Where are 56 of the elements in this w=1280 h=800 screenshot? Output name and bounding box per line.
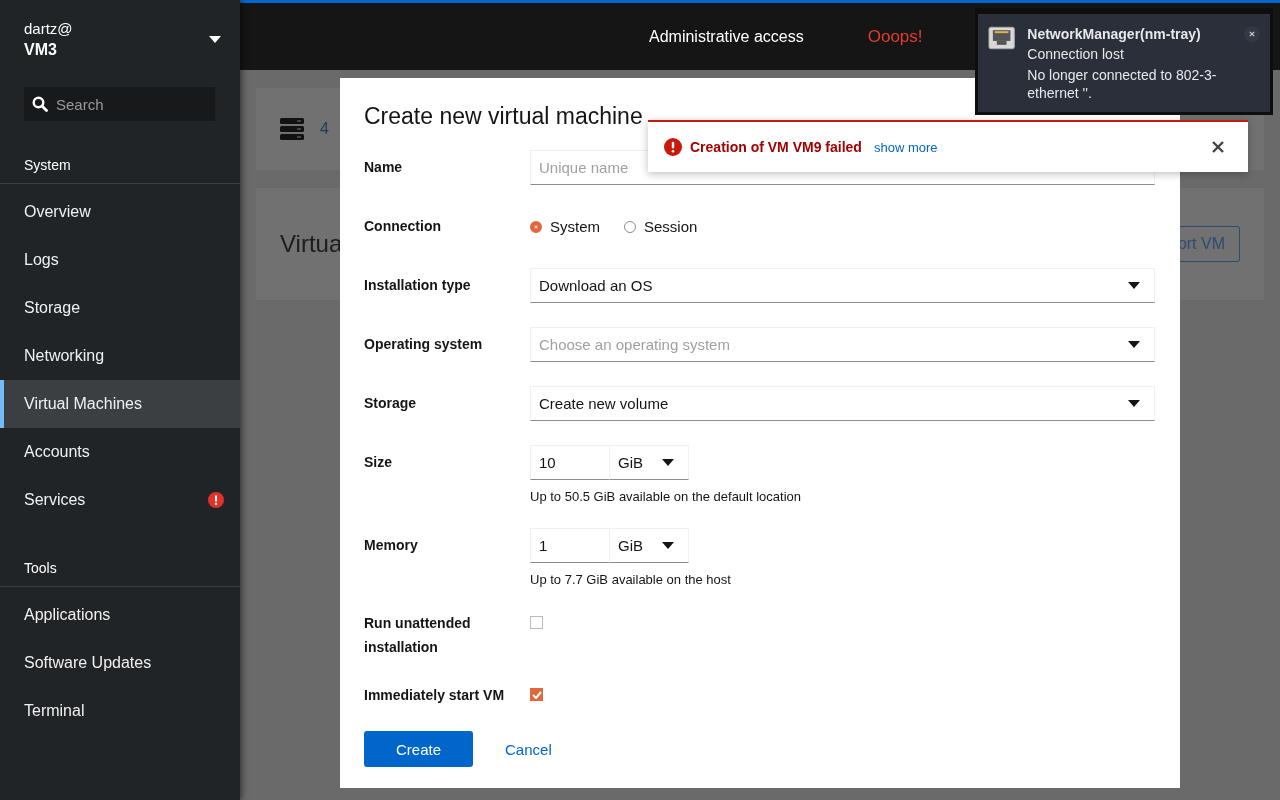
field-label: Size	[364, 453, 393, 472]
oops-link[interactable]: Ooops!	[867, 26, 923, 47]
notification-title: NetworkManager(nm-tray)	[1027, 26, 1202, 42]
close-icon[interactable]	[1244, 26, 1260, 42]
unit-dropdown[interactable]: GiB	[610, 445, 689, 480]
checkbox[interactable]	[530, 616, 543, 629]
host-name[interactable]: VM3	[24, 40, 73, 59]
error-icon	[664, 138, 682, 156]
nav-item[interactable]: Virtual Machines	[0, 380, 240, 428]
caret-icon	[662, 542, 674, 549]
radio-label: Session	[644, 218, 698, 235]
notification-body: No longer connected to 802-3-ethernet ''.	[1027, 66, 1218, 102]
user-name: dartz@	[24, 19, 73, 37]
unit-dropdown[interactable]: GiB	[610, 528, 689, 563]
field-label: Connection	[364, 217, 442, 236]
caret-icon[interactable]	[209, 35, 221, 43]
administrative-access-button[interactable]: Administrative access	[649, 27, 804, 46]
field-label: Operating system	[364, 335, 484, 354]
nav-item[interactable]: Services	[0, 476, 240, 524]
nav-item[interactable]: Software Updates	[0, 639, 240, 687]
field-label: Installation type	[364, 276, 472, 295]
dialog-title: Create new virtual machine	[364, 102, 644, 131]
nav-item[interactable]: Overview	[0, 188, 240, 236]
number-field[interactable]: 10	[530, 445, 610, 480]
search-icon	[32, 96, 48, 112]
nav-item[interactable]: Logs	[0, 236, 240, 284]
field-label: Memory	[364, 536, 419, 555]
ethernet-port-icon	[988, 26, 1016, 50]
radio-button[interactable]	[530, 220, 542, 233]
field-label: Storage	[364, 394, 418, 413]
create-button[interactable]: Create	[364, 731, 474, 767]
nav-item[interactable]: Networking	[0, 332, 240, 380]
field-label: Run unattended installation	[364, 614, 472, 657]
helper-text: Up to 7.7 GiB available on the host	[530, 572, 731, 587]
caret-icon	[1128, 400, 1140, 407]
caret-icon	[1128, 282, 1140, 289]
close-icon[interactable]	[1212, 141, 1224, 153]
search-field[interactable]: Search	[24, 87, 215, 121]
cancel-button[interactable]: Cancel	[505, 740, 552, 758]
select-dropdown[interactable]: Download an OS	[530, 268, 1155, 303]
nav-item[interactable]: Terminal	[0, 687, 240, 735]
caret-icon	[1128, 341, 1140, 348]
server-icon	[280, 118, 304, 140]
caret-icon	[662, 459, 674, 466]
select-dropdown[interactable]: Create new volume	[530, 386, 1155, 421]
radio-label: System	[550, 218, 600, 235]
helper-text: Up to 50.5 GiB available on the default location	[530, 489, 801, 504]
nav-item[interactable]: Storage	[0, 284, 240, 332]
notification-summary: Connection lost	[1027, 46, 1125, 62]
field-label: Name	[364, 158, 404, 177]
checkbox[interactable]	[530, 688, 543, 701]
nav-item[interactable]: Accounts	[0, 428, 240, 476]
card-heading: Virtua	[280, 230, 343, 258]
nav-item[interactable]: Applications	[0, 591, 240, 639]
field-label: Immediately start VM	[364, 686, 506, 705]
number-field[interactable]: 1	[530, 528, 610, 563]
